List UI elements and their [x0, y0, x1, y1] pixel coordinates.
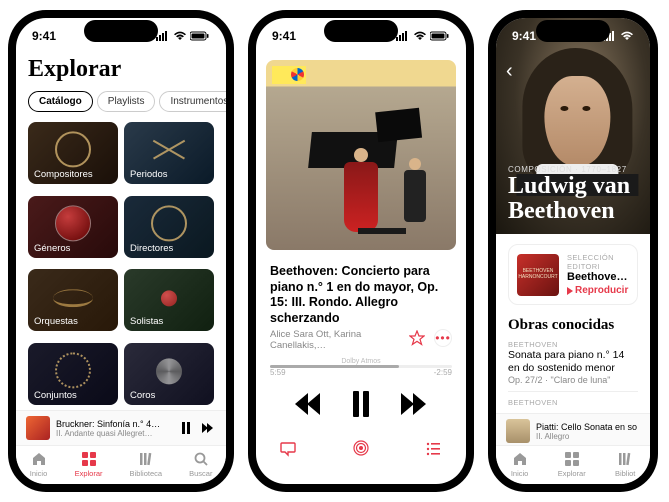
airplay-icon[interactable] [351, 439, 371, 459]
pause-icon[interactable] [353, 391, 369, 417]
library-icon [616, 450, 634, 468]
tab-explorar[interactable]: Explorar [558, 450, 586, 478]
notch [536, 20, 610, 42]
battery-icon [190, 31, 210, 41]
known-works-section: Obras conocidas BEETHOVEN Sonata para pi… [508, 317, 638, 407]
tab-biblioteca[interactable]: Bibliot [615, 450, 635, 478]
bottom-actions [270, 439, 452, 463]
grid-icon [80, 450, 98, 468]
bench-illustration [358, 228, 406, 234]
segment-catalogo[interactable]: Catálogo [28, 91, 93, 112]
notch [84, 20, 158, 42]
tile-conjuntos[interactable]: Conjuntos [28, 343, 118, 405]
status-time: 9:41 [512, 29, 536, 43]
more-icon[interactable]: ••• [434, 329, 452, 347]
phone-composer-detail: 9:41 ‹ COMPOSICIÓN · 1770–1827 Ludwig va… [488, 10, 658, 492]
spiral-icon [156, 358, 182, 384]
tile-generos[interactable]: Géneros [28, 196, 118, 258]
tab-bar: Inicio Explorar Bibliot [496, 445, 650, 484]
tile-coros[interactable]: Coros [124, 343, 214, 405]
signal-icon [396, 31, 410, 41]
section-title: Obras conocidas [508, 317, 638, 334]
mini-player[interactable]: Piatti: Cello Sonata en so II. Allegro [496, 413, 650, 448]
mini-player-title: Piatti: Cello Sonata en so [536, 422, 640, 432]
signal-icon [156, 31, 170, 41]
home-icon [511, 450, 529, 468]
mini-player-artwork [506, 419, 530, 443]
segment-control: Catálogo Playlists Instrumentos [28, 91, 214, 112]
tile-directores[interactable]: Directores [124, 196, 214, 258]
home-icon [30, 450, 48, 468]
segment-instrumentos[interactable]: Instrumentos [159, 91, 226, 112]
phone-explorar: 9:41 Explorar Catálogo Playlists Instrum… [8, 10, 234, 492]
back-icon[interactable]: ‹ [506, 60, 513, 83]
time-elapsed: 5:59 [270, 368, 286, 377]
queue-icon[interactable] [424, 439, 444, 459]
mini-player[interactable]: Bruckner: Sinfonía n.° 4… II. Andante qu… [16, 410, 226, 445]
wifi-icon [173, 31, 187, 41]
phone-now-playing: 9:41 Beethoven: Concierto para piano n.°… [248, 10, 474, 492]
featured-card[interactable]: BEETHOVEN HARNONCOURT SELECCIÓN EDITORI … [508, 244, 638, 305]
tab-explorar[interactable]: Explorar [75, 450, 103, 478]
tab-inicio[interactable]: Inicio [511, 450, 529, 478]
asterisk-icon [151, 131, 187, 167]
rewind-icon[interactable] [295, 393, 325, 415]
figure-suit [404, 170, 426, 222]
work-item[interactable]: BEETHOVEN [508, 398, 638, 407]
star-icon[interactable] [408, 329, 426, 347]
tile-solistas[interactable]: Solistas [124, 269, 214, 331]
search-icon [192, 450, 210, 468]
lyrics-icon[interactable] [278, 439, 298, 459]
page-title: Explorar [28, 56, 214, 83]
card-label: SELECCIÓN EDITORI [567, 253, 629, 271]
tile-compositores[interactable]: Compositores [28, 122, 118, 184]
play-button[interactable]: Reproducir [567, 285, 629, 296]
progress-bar[interactable]: Dolby Atmos 5:59 -2:59 [270, 365, 452, 377]
dg-logo-icon [272, 66, 306, 84]
playback-controls [295, 391, 427, 417]
category-grid: Compositores Periodos Géneros Directores… [28, 122, 214, 410]
mini-player-subtitle: II. Allegro [536, 432, 640, 441]
tile-orquestas[interactable]: Orquestas [28, 269, 118, 331]
ring-icon [151, 205, 187, 241]
tab-buscar[interactable]: Buscar [189, 450, 212, 478]
mini-player-artwork [26, 416, 50, 440]
grid-icon [563, 450, 581, 468]
mini-player-title: Bruckner: Sinfonía n.° 4… [56, 419, 176, 429]
pause-icon[interactable] [182, 422, 196, 434]
wifi-icon [620, 31, 634, 41]
library-icon [137, 450, 155, 468]
work-item[interactable]: BEETHOVEN Sonata para piano n.° 14 en do… [508, 340, 638, 385]
tab-biblioteca[interactable]: Biblioteca [130, 450, 163, 478]
composer-name: Ludwig van Beethoven [508, 174, 638, 224]
status-time: 9:41 [32, 29, 56, 43]
tile-periodos[interactable]: Periodos [124, 122, 214, 184]
track-artist: Alice Sara Ott, Karina Canellakis,… [270, 329, 402, 351]
tab-bar: Inicio Explorar Biblioteca Buscar [16, 445, 226, 484]
dolby-atmos-label: Dolby Atmos [270, 358, 452, 365]
dotted-ring-icon [55, 352, 91, 388]
composer-hero: 9:41 ‹ COMPOSICIÓN · 1770–1827 Ludwig va… [496, 18, 650, 234]
dot-icon [161, 290, 177, 306]
ring-icon [55, 131, 91, 167]
segment-playlists[interactable]: Playlists [97, 91, 156, 112]
forward-icon[interactable] [202, 421, 216, 435]
notch [324, 20, 398, 42]
album-artwork[interactable] [266, 60, 456, 250]
card-artwork: BEETHOVEN HARNONCOURT [517, 254, 559, 296]
tab-inicio[interactable]: Inicio [30, 450, 48, 478]
forward-icon[interactable] [397, 393, 427, 415]
status-time: 9:41 [272, 29, 296, 43]
wifi-icon [413, 31, 427, 41]
divider [508, 391, 638, 392]
figure-red-dress [344, 162, 378, 232]
mini-player-subtitle: II. Andante quasi Allegret… [56, 429, 176, 438]
track-title: Beethoven: Concierto para piano n.° 1 en… [270, 264, 452, 327]
sphere-icon [55, 205, 91, 241]
battery-icon [430, 31, 450, 41]
arc-icon [53, 289, 93, 307]
time-remaining: -2:59 [434, 368, 452, 377]
card-title: Beethoven: Sym 4 & 5 [567, 271, 629, 283]
